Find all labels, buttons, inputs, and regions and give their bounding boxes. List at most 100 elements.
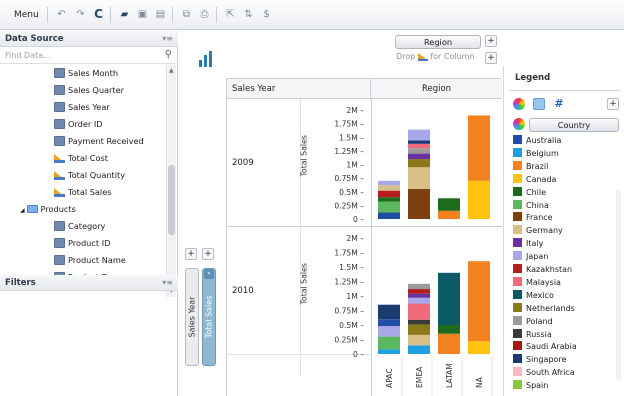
chart-type-icon[interactable]: [198, 50, 214, 68]
bar-segment[interactable]: [408, 283, 430, 290]
add-row-button[interactable]: +: [185, 248, 197, 260]
pin-icon[interactable]: ▾≡: [162, 278, 173, 287]
bar-segment[interactable]: [408, 293, 430, 298]
save-as-icon[interactable]: ▤: [154, 8, 167, 21]
row-shelf-total-sales[interactable]: » Total Sales: [202, 268, 216, 366]
bar-segment[interactable]: [438, 210, 460, 219]
redo-icon[interactable]: ↷: [74, 8, 87, 21]
bar-segment[interactable]: [378, 319, 400, 327]
bar-segment[interactable]: [408, 148, 430, 154]
copy-icon[interactable]: ⧉: [180, 8, 193, 21]
undo-icon[interactable]: ↶: [55, 8, 68, 21]
tree-item[interactable]: Total Cost: [54, 153, 108, 169]
tree-item[interactable]: Sales Quarter: [54, 84, 124, 101]
refresh-icon[interactable]: C: [92, 8, 105, 21]
currency-icon[interactable]: $: [260, 8, 273, 21]
legend-item[interactable]: South Africa: [513, 367, 575, 380]
add-column-button[interactable]: +: [485, 35, 497, 47]
bar-segment[interactable]: [408, 345, 430, 354]
bar-segment[interactable]: [378, 349, 400, 354]
bar-segment[interactable]: [408, 129, 430, 141]
tree-item[interactable]: Total Sales: [54, 187, 112, 203]
bar-segment[interactable]: [408, 303, 430, 320]
hash-icon[interactable]: #: [553, 98, 565, 110]
legend-field-country[interactable]: Country: [529, 118, 619, 132]
tree-scrollbar[interactable]: ▲ ▼: [166, 65, 176, 297]
legend-item[interactable]: Germany: [513, 225, 563, 238]
bar-segment[interactable]: [408, 289, 430, 294]
legend-item[interactable]: Japan: [513, 251, 548, 264]
color-wheel-icon[interactable]: [513, 98, 525, 110]
expand-caret-icon[interactable]: ◢: [20, 207, 27, 214]
bar-segment[interactable]: [408, 297, 430, 304]
bar-segment[interactable]: [378, 201, 400, 213]
bar-segment[interactable]: [438, 333, 460, 354]
tree-item[interactable]: Order ID: [54, 118, 103, 135]
legend-item[interactable]: Malaysia: [513, 276, 561, 290]
legend-item[interactable]: France: [513, 212, 553, 225]
bar-segment[interactable]: [468, 341, 490, 354]
bar-segment[interactable]: [438, 325, 460, 334]
legend-item[interactable]: Chile: [513, 186, 546, 200]
open-folder-icon[interactable]: ▰: [118, 8, 131, 21]
drop-column-zone[interactable]: Drop for Column: [396, 52, 475, 61]
sort-icon[interactable]: ⇅: [242, 8, 255, 21]
bar-segment[interactable]: [408, 159, 430, 168]
pin-icon[interactable]: ▾≡: [162, 34, 173, 43]
dropdown-icon[interactable]: »: [204, 269, 214, 279]
bar-segment[interactable]: [378, 212, 400, 219]
legend-item[interactable]: Singapore: [513, 354, 566, 367]
export-icon[interactable]: ⇱: [224, 8, 237, 21]
bar-segment[interactable]: [378, 180, 400, 186]
legend-item[interactable]: Netherlands: [513, 302, 575, 316]
tree-item[interactable]: Total Quantity: [54, 170, 125, 186]
bar-segment[interactable]: [408, 189, 430, 219]
print-icon[interactable]: ⎙: [198, 8, 211, 21]
legend-item[interactable]: Russia: [513, 328, 552, 342]
legend-item[interactable]: Mexico: [513, 289, 554, 303]
bar-segment[interactable]: [408, 143, 430, 149]
tree-item[interactable]: Payment Received: [54, 135, 144, 152]
column-field-region[interactable]: Region: [395, 35, 481, 49]
tree-item[interactable]: Product ID: [54, 237, 110, 254]
bar-segment[interactable]: [468, 180, 490, 219]
add-legend-button[interactable]: +: [607, 98, 619, 110]
legend-item[interactable]: Australia: [513, 135, 561, 148]
find-data-input[interactable]: Find Data... ⚲: [0, 48, 178, 64]
tree-item[interactable]: Sales Year: [54, 101, 110, 118]
tree-item[interactable]: Product Name: [54, 254, 126, 271]
legend-item[interactable]: Italy: [513, 238, 543, 251]
bar-segment[interactable]: [468, 115, 490, 181]
bar-segment[interactable]: [378, 336, 400, 350]
bar-segment[interactable]: [378, 197, 400, 202]
add-column-button[interactable]: +: [485, 52, 497, 64]
legend-item[interactable]: Belgium: [513, 147, 559, 161]
legend-scrollbar[interactable]: [614, 190, 622, 390]
legend-item[interactable]: Kazakhstan: [513, 264, 572, 277]
legend-item[interactable]: Poland: [513, 315, 553, 329]
tree-item[interactable]: Sales Month: [54, 67, 118, 84]
bar-segment[interactable]: [378, 304, 400, 320]
bar-segment[interactable]: [438, 272, 460, 325]
tree-item[interactable]: ◢ Products: [20, 204, 76, 220]
legend-item[interactable]: Brazil: [513, 160, 548, 174]
color-wheel-icon[interactable]: [513, 118, 525, 130]
add-row-button[interactable]: +: [202, 248, 214, 260]
bar-segment[interactable]: [438, 198, 460, 211]
bar-segment[interactable]: [408, 324, 430, 335]
bar-segment[interactable]: [408, 153, 430, 160]
bar-segment[interactable]: [468, 261, 490, 342]
search-icon[interactable]: ⚲: [165, 49, 172, 60]
bar-segment[interactable]: [408, 319, 430, 325]
menu-button[interactable]: Menu: [14, 10, 39, 20]
save-icon[interactable]: ▣: [136, 8, 149, 21]
palette-icon[interactable]: [533, 98, 545, 110]
scroll-thumb[interactable]: [168, 165, 175, 235]
legend-item[interactable]: Canada: [513, 173, 556, 187]
legend-item[interactable]: China: [513, 199, 549, 213]
bar-segment[interactable]: [378, 190, 400, 198]
tree-item[interactable]: Category: [54, 220, 105, 237]
bar-segment[interactable]: [408, 334, 430, 346]
bar-segment[interactable]: [408, 167, 430, 190]
bar-segment[interactable]: [408, 140, 430, 144]
